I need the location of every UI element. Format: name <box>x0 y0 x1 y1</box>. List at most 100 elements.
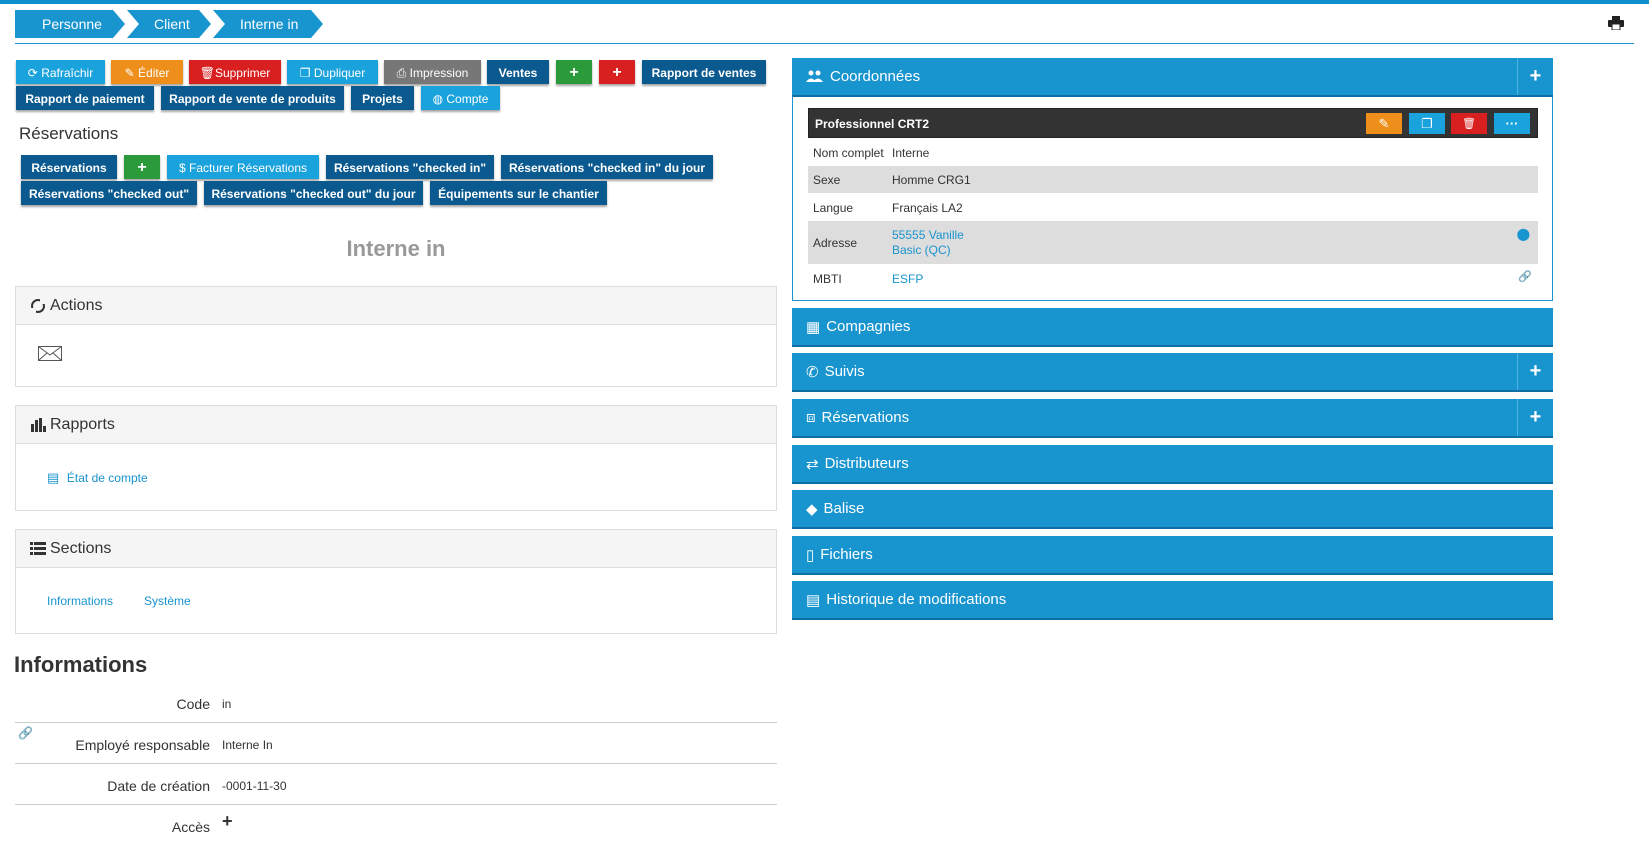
add-reservation-panel-button[interactable]: + <box>1517 399 1553 436</box>
trash-icon: 🗑 <box>1462 118 1476 130</box>
account-statement-link[interactable]: ▤ État de compte <box>47 470 148 486</box>
sections-panel: Sections Informations Système <box>15 529 777 634</box>
account-button[interactable]: ◍ Compte <box>421 86 500 110</box>
duplicate-label: Dupliquer <box>313 66 366 80</box>
reservations-button[interactable]: Réservations <box>21 155 117 179</box>
building-icon: ▦ <box>806 318 821 336</box>
chart-doc-icon: ▤ <box>47 470 60 485</box>
edit-label: Éditer <box>138 66 170 80</box>
link-icon[interactable]: 🔗 <box>18 726 33 740</box>
actions-panel: Actions <box>15 286 777 387</box>
checked-out-button[interactable]: Réservations "checked out" <box>21 181 197 205</box>
card-delete-button[interactable]: 🗑 <box>1451 113 1487 134</box>
info-row-access: Accès + <box>15 805 777 846</box>
tags-panel-header[interactable]: ◆ Balise <box>792 490 1553 529</box>
add-coordinate-button[interactable]: + <box>1517 58 1553 95</box>
file-icon: ▯ <box>806 546 815 564</box>
cycle-icon <box>30 297 46 314</box>
add-followup-button[interactable]: + <box>1517 353 1553 390</box>
employee-value: Interne In <box>222 738 273 752</box>
add-sale-button[interactable]: + <box>556 60 592 84</box>
map-marker-icon[interactable]: ⬤ <box>1517 227 1530 241</box>
address-label: Adresse <box>813 236 858 250</box>
card-duplicate-button[interactable]: ❐ <box>1409 113 1445 134</box>
language-label: Langue <box>813 201 854 215</box>
reports-panel: Rapports ▤ État de compte <box>15 405 777 511</box>
card-more-button[interactable]: ··· <box>1494 113 1530 134</box>
contact-row-sex: Sexe Homme CRG1 <box>808 166 1538 193</box>
tag-icon: ◆ <box>806 500 818 518</box>
section-link-systeme[interactable]: Système <box>144 594 191 608</box>
refresh-icon: ⟳ <box>27 66 38 80</box>
refresh-button[interactable]: ⟳ Rafraîchir <box>16 60 105 84</box>
checked-out-day-button[interactable]: Réservations "checked out" du jour <box>204 181 423 205</box>
projects-button[interactable]: Projets <box>351 86 414 110</box>
link-icon[interactable]: 🔗 <box>1518 270 1532 283</box>
refresh-label: Rafraîchir <box>41 66 94 80</box>
breadcrumb-client[interactable]: Client <box>127 10 211 38</box>
distributors-panel-header[interactable]: ⇄ Distributeurs <box>792 445 1553 484</box>
checked-in-button[interactable]: Réservations "checked in" <box>326 155 494 179</box>
files-title: Fichiers <box>820 546 873 563</box>
info-row-created: Date de création -0001-11-30 <box>15 764 777 805</box>
account-statement-label: État de compte <box>66 471 148 485</box>
followups-title: Suivis <box>824 363 865 380</box>
informations-heading: Informations <box>14 652 148 677</box>
card-edit-button[interactable]: ✎ <box>1366 113 1402 134</box>
add-reservation-button[interactable]: + <box>124 155 160 179</box>
breadcrumb-personne[interactable]: Personne <box>15 10 125 38</box>
contact-row-mbti: MBTI ESFP 🔗 <box>808 264 1538 292</box>
mbti-link[interactable]: ESFP <box>892 272 923 286</box>
companies-panel-header[interactable]: ▦ Compagnies <box>792 308 1553 347</box>
equipment-button[interactable]: Équipements sur le chantier <box>430 181 607 205</box>
address-line2-link[interactable]: Basic (QC) <box>892 243 951 257</box>
history-panel-header[interactable]: ▤ Historique de modifications <box>792 581 1553 620</box>
coordinates-header[interactable]: Coordonnées + <box>792 58 1553 97</box>
account-label: Compte <box>446 92 489 106</box>
envelope-icon[interactable] <box>38 346 62 361</box>
users-icon <box>806 70 823 82</box>
entity-title: Interne in <box>346 236 446 261</box>
history-icon: ▤ <box>806 591 821 609</box>
print-icon[interactable] <box>1608 16 1624 30</box>
reservations-heading: Réservations <box>19 124 119 143</box>
actions-panel-title: Actions <box>50 296 103 314</box>
product-sales-report-button[interactable]: Rapport de vente de produits <box>161 86 344 110</box>
exchange-icon: ⇄ <box>806 455 819 473</box>
reservations-panel-header[interactable]: ⧈ Réservations + <box>792 399 1553 438</box>
add-red-button[interactable]: + <box>599 60 635 84</box>
delete-button[interactable]: 🗑Supprimer <box>189 60 281 84</box>
mbti-label: MBTI <box>813 272 842 286</box>
bill-reservations-button[interactable]: $ Facturer Réservations <box>167 155 319 179</box>
reports-panel-title: Rapports <box>50 415 115 433</box>
edit-button[interactable]: ✎ Éditer <box>111 60 183 84</box>
print-button[interactable]: ⎙ Impression <box>384 60 481 84</box>
followups-panel-header[interactable]: ✆ Suivis + <box>792 353 1553 392</box>
employee-label: Employé responsable <box>75 737 210 753</box>
distributors-title: Distributeurs <box>824 455 909 472</box>
code-value: in <box>222 697 232 711</box>
payment-report-button[interactable]: Rapport de paiement <box>16 86 154 110</box>
info-row-employee: 🔗 Employé responsable Interne In <box>15 723 777 764</box>
language-value: Français LA2 <box>892 201 963 215</box>
section-link-informations[interactable]: Informations <box>47 594 113 608</box>
info-row-code: Code in <box>15 682 777 723</box>
breadcrumb: Personne Client Interne in <box>15 10 325 38</box>
checked-in-day-button[interactable]: Réservations "checked in" du jour <box>501 155 713 179</box>
actions-panel-header: Actions <box>16 287 776 325</box>
files-panel-header[interactable]: ▯ Fichiers <box>792 536 1553 575</box>
fullname-value: Interne <box>892 146 930 160</box>
reports-panel-header: Rapports <box>16 406 776 444</box>
breadcrumb-current[interactable]: Interne in <box>213 10 323 38</box>
address-line1-link[interactable]: 55555 Vanille <box>892 228 964 242</box>
sections-panel-header: Sections <box>16 530 776 568</box>
dollar-icon: $ <box>178 161 186 175</box>
duplicate-button[interactable]: ❐ Dupliquer <box>287 60 378 84</box>
created-label: Date de création <box>107 778 210 794</box>
sex-value: Homme CRG1 <box>892 173 971 187</box>
reservations-panel-title: Réservations <box>821 409 910 426</box>
sales-report-button[interactable]: Rapport de ventes <box>642 60 766 84</box>
add-access-button[interactable]: + <box>222 811 233 832</box>
sales-button[interactable]: Ventes <box>487 60 549 84</box>
print-label: Impression <box>409 66 469 80</box>
